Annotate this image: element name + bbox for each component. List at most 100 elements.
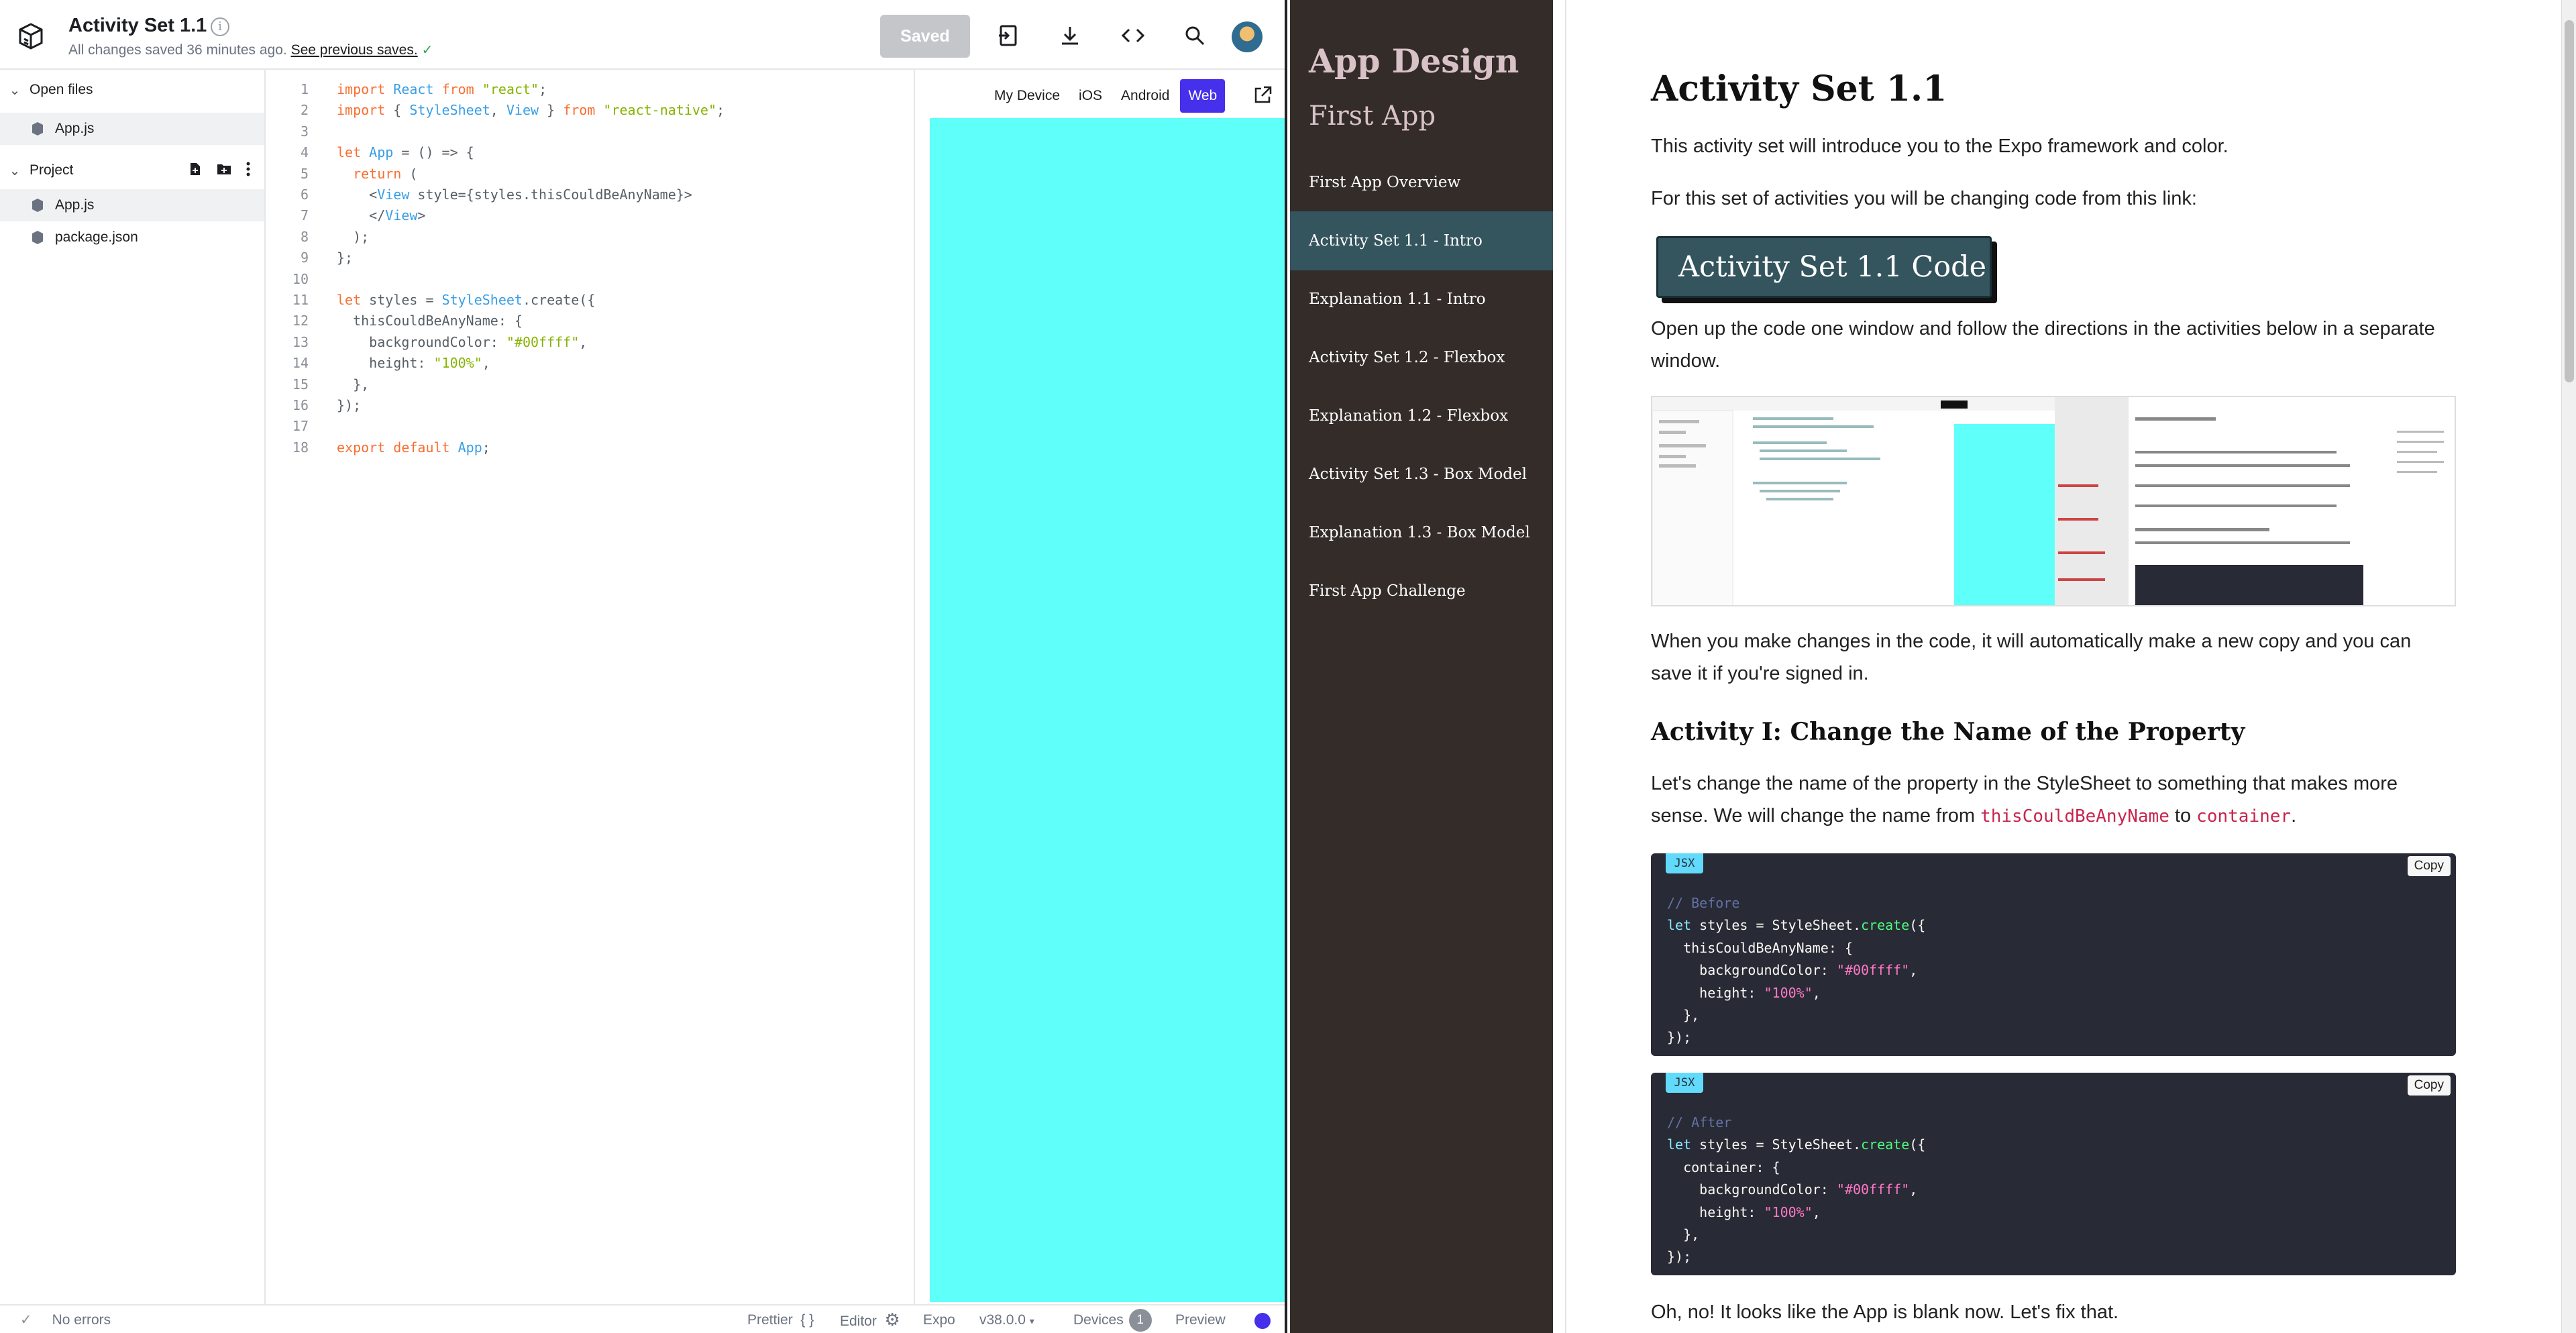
code-block-line: }, (1667, 1007, 1700, 1023)
code-line[interactable]: 2 import { StyleSheet, View } from "react… (267, 100, 914, 121)
code-text: </View> (337, 207, 426, 224)
app-preview-screen[interactable] (930, 118, 1285, 1302)
code-line[interactable]: 16}); (267, 395, 914, 416)
code-line[interactable]: 13 backgroundColor: "#00ffff", (267, 332, 914, 353)
tab-my-device[interactable]: My Device (986, 79, 1068, 113)
line-number: 16 (292, 397, 309, 413)
tab-ios[interactable]: iOS (1071, 79, 1110, 113)
code-block-line: backgroundColor: "#00ffff", (1667, 962, 1918, 979)
open-files-section[interactable]: ⌄ Open files (0, 74, 264, 106)
line-number: 18 (292, 439, 309, 456)
preview-toggle-label[interactable]: Preview (1175, 1305, 1226, 1333)
open-file-item[interactable]: App.js (0, 113, 264, 145)
code-line[interactable]: 7 </View> (267, 205, 914, 226)
more-options-icon[interactable] (246, 161, 251, 177)
nav-item[interactable]: First App Overview (1290, 153, 1553, 212)
info-icon[interactable]: i (211, 17, 229, 36)
copy-button[interactable]: Copy (2407, 856, 2451, 876)
code-line[interactable]: 6 <View style={styles.thisCouldBeAnyName… (267, 184, 914, 205)
code-line[interactable]: 4 let App = () => { (267, 142, 914, 163)
code-block-line: }, (1667, 1226, 1700, 1242)
check-icon: ✓ (421, 43, 433, 58)
nav-item[interactable]: Explanation 1.2 - Flexbox (1290, 386, 1553, 445)
code-editor[interactable]: 1 import React from "react"; 2 import { Sty… (267, 70, 915, 1304)
code-line[interactable]: 15 }, (267, 374, 914, 395)
snack-header: Activity Set 1.1 i All changes saved 36 … (0, 0, 1285, 70)
new-folder-icon[interactable] (216, 162, 232, 176)
line-number: 11 (292, 292, 309, 308)
code-line[interactable]: 18 export default App; (267, 437, 914, 458)
code-text: backgroundColor: "#00ffff", (337, 333, 588, 350)
line-number: 10 (292, 270, 309, 287)
code-line[interactable]: 1 import React from "react"; (267, 79, 914, 100)
nav-item[interactable]: Explanation 1.3 - Box Model (1290, 503, 1553, 562)
copy-button[interactable]: Copy (2407, 1075, 2451, 1096)
tab-web[interactable]: Web (1180, 79, 1226, 113)
devices-button[interactable]: Devices 1 (1073, 1305, 1152, 1333)
file-sidebar: ⌄ Open files App.js ⌄ Project App.js pac… (0, 70, 266, 1304)
line-number: 7 (300, 207, 309, 224)
code-text: height: "100%", (337, 355, 490, 372)
code-line[interactable]: 17 (267, 416, 914, 437)
chevron-down-icon: ⌄ (9, 83, 21, 98)
editor-settings[interactable]: Editor ⚙ (840, 1305, 900, 1333)
tab-android[interactable]: Android (1113, 79, 1177, 113)
code-line[interactable]: 11 let styles = StyleSheet.create({ (267, 290, 914, 311)
activity-text: to (2169, 805, 2197, 827)
code-embed-icon[interactable] (1118, 20, 1148, 51)
line-number: 1 (300, 81, 309, 97)
project-file-item[interactable]: App.js (0, 189, 264, 221)
before-code-block: JSX Copy // Before let styles = StyleShee… (1651, 853, 2456, 1056)
saved-button[interactable]: Saved (880, 15, 970, 58)
project-title[interactable]: Activity Set 1.1 (68, 15, 207, 37)
code-line[interactable]: 14 height: "100%", (267, 353, 914, 374)
code-line[interactable]: 9}; (267, 248, 914, 268)
line-number: 15 (292, 376, 309, 392)
scrollbar-thumb[interactable] (2565, 20, 2574, 382)
save-status: All changes saved 36 minutes ago. See pr… (68, 42, 433, 58)
activity-code-button[interactable]: Activity Set 1.1 Code (1656, 236, 1992, 298)
package-file-icon (32, 231, 43, 244)
nav-item[interactable]: Activity Set 1.2 - Flexbox (1290, 328, 1553, 387)
check-icon: ✓ (20, 1312, 32, 1328)
open-external-icon[interactable] (1252, 85, 1273, 106)
page-scrollbar[interactable] (2561, 0, 2576, 1333)
nav-item[interactable]: First App Challenge (1290, 562, 1553, 621)
errors-status[interactable]: ✓ No errors (20, 1305, 111, 1333)
chevron-down-icon: ▾ (1029, 1316, 1034, 1326)
code-block-line: }); (1667, 1248, 1692, 1265)
user-avatar[interactable] (1232, 21, 1263, 52)
nav-item[interactable]: Activity Set 1.3 - Box Model (1290, 445, 1553, 504)
search-icon[interactable] (1179, 20, 1210, 51)
site-title[interactable]: App Design (1309, 42, 1519, 81)
line-number: 5 (300, 165, 309, 182)
download-icon[interactable] (1055, 20, 1085, 51)
course-sidebar: App Design First App First App Overview A… (1290, 0, 1553, 1333)
open-file-label: App.js (55, 121, 95, 136)
status-bar: ✓ No errors Prettier { } Editor ⚙ Expo v3… (0, 1304, 1285, 1333)
inline-code: container (2196, 806, 2292, 827)
code-line[interactable]: 3 (267, 121, 914, 142)
line-number: 6 (300, 186, 309, 203)
code-line[interactable]: 5 return ( (267, 164, 914, 184)
nav-item[interactable]: Explanation 1.1 - Intro (1290, 270, 1553, 329)
new-file-icon[interactable] (188, 162, 203, 176)
nav-item[interactable]: Activity Set 1.1 - Intro (1290, 211, 1553, 270)
line-number: 3 (300, 123, 309, 140)
code-line[interactable]: 10 (267, 269, 914, 290)
code-line[interactable]: 8 ); (267, 227, 914, 248)
activity-paragraph: Let's change the name of the property in… (1651, 767, 2456, 833)
snack-logo-icon[interactable] (15, 20, 47, 52)
project-file-item[interactable]: package.json (0, 221, 264, 254)
code-text: let styles = StyleSheet.create({ (337, 292, 596, 308)
sdk-version-select[interactable]: v38.0.0 ▾ (979, 1305, 1034, 1333)
project-section[interactable]: ⌄ Project (0, 154, 264, 186)
preview-toggle-switch[interactable] (1254, 1313, 1271, 1329)
code-text: <View style={styles.thisCouldBeAnyName}> (337, 186, 692, 203)
prettier-toggle[interactable]: Prettier { } (747, 1305, 814, 1333)
braces-icon: { } (800, 1312, 814, 1328)
embed-icon[interactable] (993, 20, 1024, 51)
see-previous-saves-link[interactable]: See previous saves. (291, 42, 418, 58)
code-line[interactable]: 12 thisCouldBeAnyName: { (267, 311, 914, 331)
expo-label: Expo (923, 1312, 955, 1328)
